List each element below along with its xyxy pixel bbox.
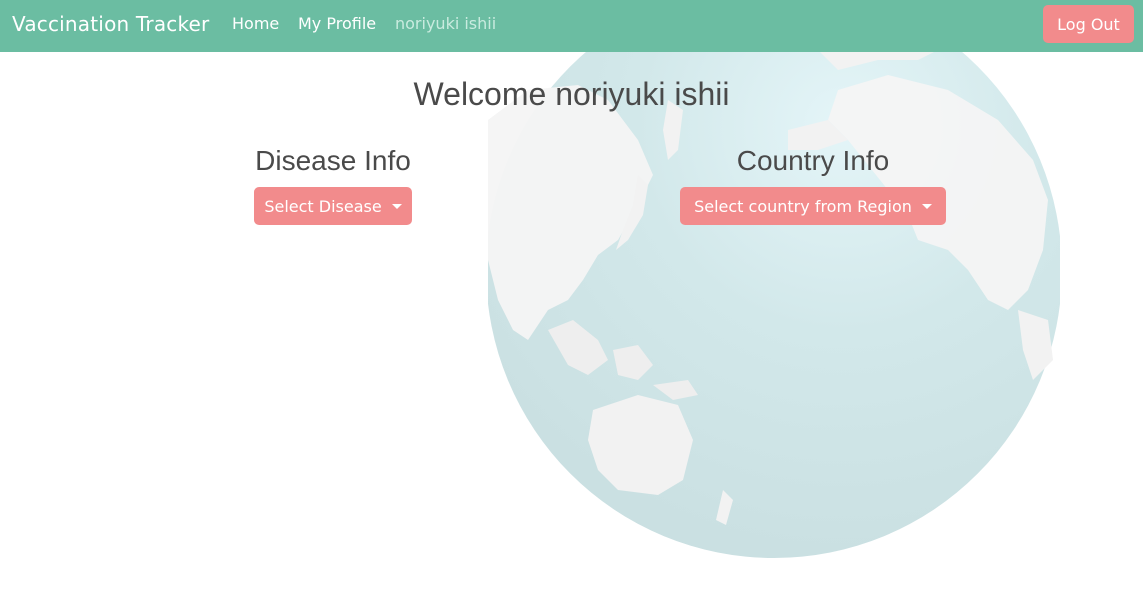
logout-button[interactable]: Log Out [1043,5,1134,43]
country-info-heading: Country Info [736,145,890,176]
caret-down-icon [391,203,402,209]
nav-username: noriyuki ishii [395,14,497,33]
nav-my-profile-link[interactable]: My Profile [298,14,376,33]
navbar: Vaccination Tracker Home My Profile nori… [0,0,1143,52]
select-country-dropdown[interactable]: Select country from Region [680,187,946,225]
welcome-heading: Welcome noriyuki ishii [413,76,730,112]
caret-down-icon [921,203,932,209]
select-country-label: Select country from Region [694,196,912,216]
select-disease-dropdown[interactable]: Select Disease [254,187,412,225]
disease-info-heading: Disease Info [255,145,411,176]
brand-link[interactable]: Vaccination Tracker [12,12,209,36]
select-disease-label: Select Disease [264,196,382,216]
nav-home-link[interactable]: Home [232,14,279,33]
